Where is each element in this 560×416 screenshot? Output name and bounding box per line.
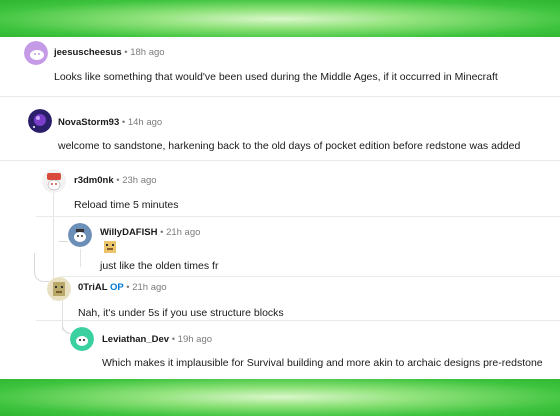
minecraft-avatar-icon: [47, 277, 71, 301]
avatar[interactable]: [70, 327, 94, 351]
redhat-avatar-icon: [42, 169, 66, 193]
separator: •: [126, 282, 130, 293]
username[interactable]: jeesuscheesus: [54, 47, 122, 58]
timestamp[interactable]: 19h ago: [178, 334, 212, 345]
background-bottom: [0, 378, 560, 416]
timestamp[interactable]: 14h ago: [128, 117, 162, 128]
comment-body: just like the olden times fr: [100, 260, 219, 272]
timestamp[interactable]: 18h ago: [130, 47, 164, 58]
comment: WillyDAFISH • 21h ago just like the olde…: [0, 221, 560, 277]
fish-avatar-icon: [68, 223, 92, 247]
comment: jeesuscheesus • 18h ago Looks like somet…: [0, 37, 560, 93]
divider: [0, 96, 560, 97]
comment-header: WillyDAFISH • 21h ago: [100, 227, 200, 238]
separator: •: [121, 117, 126, 128]
separator: •: [171, 334, 176, 345]
flair-emoji-icon: [104, 241, 116, 253]
separator: •: [124, 47, 128, 58]
username[interactable]: Leviathan_Dev: [102, 334, 169, 345]
space-avatar-icon: [28, 109, 52, 133]
comment-header: jeesuscheesus • 18h ago: [54, 47, 165, 58]
timestamp[interactable]: 23h ago: [122, 175, 156, 186]
comment-header: NovaStorm93 • 14h ago: [58, 117, 162, 128]
comment-body: welcome to sandstone, harkening back to …: [58, 140, 521, 152]
comment: r3dm0nk • 23h ago Reload time 5 minutes: [0, 167, 560, 223]
avatar[interactable]: [68, 223, 92, 247]
timestamp[interactable]: 21h ago: [132, 282, 166, 293]
comment: Leviathan_Dev • 19h ago Which makes it i…: [0, 327, 560, 379]
comment-body: Reload time 5 minutes: [74, 199, 179, 211]
timestamp[interactable]: 21h ago: [166, 227, 200, 238]
avatar[interactable]: [47, 277, 71, 301]
comment-header: r3dm0nk • 23h ago: [74, 175, 157, 186]
comment-body: Looks like something that would've been …: [54, 71, 498, 83]
comment-header: Leviathan_Dev • 19h ago: [102, 334, 212, 345]
op-badge: OP: [110, 282, 124, 293]
username[interactable]: WillyDAFISH: [100, 227, 157, 238]
comment-body: Nah, it's under 5s if you use structure …: [78, 307, 284, 319]
avatar[interactable]: [28, 109, 52, 133]
username[interactable]: NovaStorm93: [58, 117, 119, 128]
comment-header: 0TriAL OP • 21h ago: [78, 282, 167, 293]
username[interactable]: 0TriAL: [78, 282, 107, 293]
comment: NovaStorm93 • 14h ago welcome to sandsto…: [0, 107, 560, 163]
snoo-avatar-icon: [70, 327, 94, 351]
avatar[interactable]: [24, 41, 48, 65]
snoo-avatar-icon: [24, 41, 48, 65]
avatar[interactable]: [42, 169, 66, 193]
username[interactable]: r3dm0nk: [74, 175, 114, 186]
background-top: [0, 0, 560, 38]
separator: •: [116, 175, 120, 186]
separator: •: [160, 227, 164, 238]
comment: 0TriAL OP • 21h ago Nah, it's under 5s i…: [0, 277, 560, 333]
comment-thread: jeesuscheesus • 18h ago Looks like somet…: [0, 37, 560, 379]
comment-body: Which makes it implausible for Survival …: [102, 357, 543, 369]
